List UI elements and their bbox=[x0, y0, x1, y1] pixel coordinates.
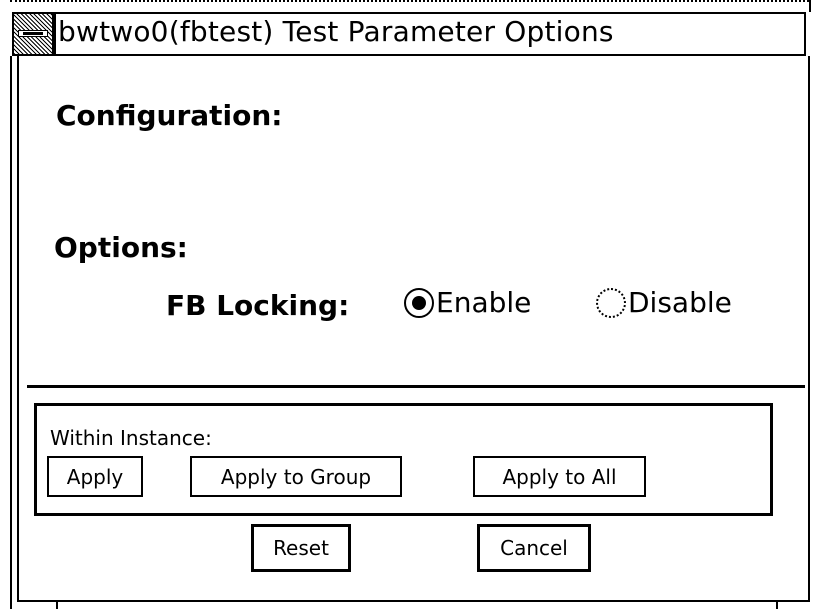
configuration-heading: Configuration: bbox=[56, 99, 283, 132]
options-heading: Options: bbox=[54, 231, 188, 264]
fb-locking-enable-radio[interactable]: Enable bbox=[404, 286, 531, 319]
cancel-button[interactable]: Cancel bbox=[477, 524, 591, 572]
fb-locking-enable-label[interactable]: Enable bbox=[436, 286, 531, 319]
window-menu-icon[interactable] bbox=[12, 12, 54, 56]
frame-left-edge bbox=[10, 56, 12, 609]
radio-unselected-icon[interactable] bbox=[596, 287, 626, 318]
fb-locking-disable-radio[interactable]: Disable bbox=[596, 286, 732, 319]
frame-right-edge bbox=[809, 0, 811, 12]
window-menu-bar-glyph bbox=[18, 30, 48, 37]
window-title: bwtwo0(fbtest) Test Parameter Options bbox=[58, 15, 614, 48]
reset-button[interactable]: Reset bbox=[251, 524, 351, 572]
fb-locking-disable-label[interactable]: Disable bbox=[628, 286, 732, 319]
radio-selected-icon[interactable] bbox=[404, 287, 434, 318]
separator bbox=[27, 385, 805, 388]
within-instance-group: Within Instance: Apply Apply to Group Ap… bbox=[34, 403, 773, 516]
apply-to-all-button[interactable]: Apply to All bbox=[473, 456, 646, 497]
apply-to-group-button[interactable]: Apply to Group bbox=[190, 456, 402, 497]
within-instance-label: Within Instance: bbox=[50, 426, 212, 450]
options-panel: Configuration: Options: FB Locking: Enab… bbox=[17, 56, 810, 602]
fb-locking-label: FB Locking: bbox=[166, 289, 350, 322]
screen: bwtwo0(fbtest) Test Parameter Options Co… bbox=[0, 0, 817, 609]
apply-button[interactable]: Apply bbox=[47, 456, 143, 497]
